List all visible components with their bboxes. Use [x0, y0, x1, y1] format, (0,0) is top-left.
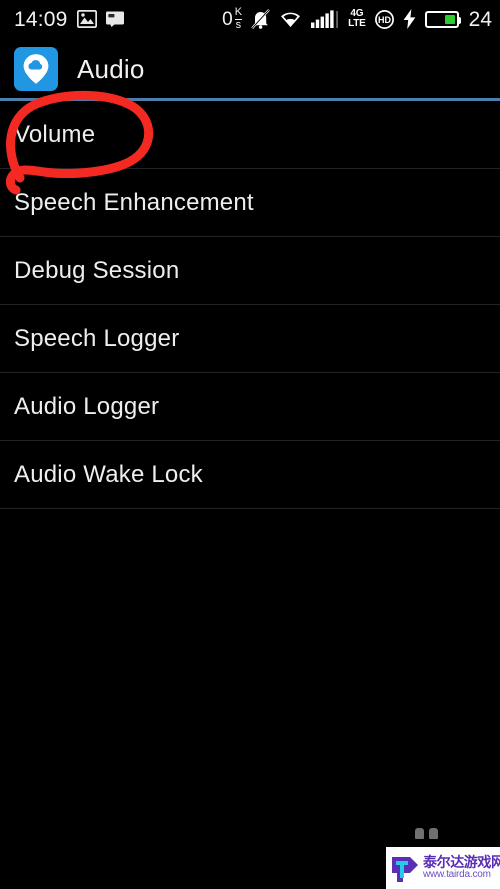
- network-speed-unit: K s: [234, 5, 243, 31]
- image-icon: [76, 10, 97, 28]
- battery-fill-level: [444, 14, 455, 24]
- network-speed-indicator: 0 K s: [222, 5, 243, 31]
- watermark-url: www.tairda.com: [423, 869, 491, 881]
- list-item-speech-enhancement[interactable]: Speech Enhancement: [0, 169, 500, 237]
- watermark-logo-icon: [392, 857, 418, 882]
- settings-list: Volume Speech Enhancement Debug Session …: [0, 101, 500, 509]
- list-item-label: Audio Wake Lock: [14, 460, 203, 488]
- network-speed-value: 0: [222, 8, 233, 30]
- lte-network-label: 4G LTE: [348, 8, 366, 30]
- ringer-muted-icon: [251, 9, 270, 29]
- list-item-volume[interactable]: Volume: [0, 101, 500, 169]
- list-item-speech-logger[interactable]: Speech Logger: [0, 305, 500, 373]
- phone-screen: 14:09 0 K s 4G LTE HD 24 Audio Volume Sp…: [0, 0, 500, 889]
- status-bar-left-group: 14:09: [14, 9, 126, 30]
- wifi-icon: [281, 12, 301, 27]
- list-item-label: Speech Enhancement: [14, 188, 254, 216]
- svg-text:HD: HD: [378, 15, 391, 25]
- volte-hd-icon: HD: [374, 9, 394, 29]
- status-bar: 14:09 0 K s 4G LTE HD 24: [0, 0, 500, 38]
- list-item-label: Speech Logger: [14, 324, 180, 352]
- cellular-signal-icon: [311, 10, 338, 28]
- app-header: Audio: [0, 38, 500, 100]
- audio-app-pin-cloud-icon: [14, 47, 58, 91]
- status-bar-clock: 14:09: [14, 7, 68, 31]
- status-bar-right-group: 0 K s 4G LTE HD 24: [222, 5, 492, 31]
- page-title: Audio: [77, 53, 145, 84]
- watermark-site-name: 泰尔达游戏网: [423, 854, 500, 871]
- message-card-icon: [105, 11, 124, 27]
- nav-hint-indicator: [415, 828, 438, 839]
- lte-label-bottom: LTE: [348, 18, 366, 29]
- battery-icon: [424, 10, 461, 28]
- watermark-text: 泰尔达游戏网 www.tairda.com: [423, 855, 500, 880]
- charging-bolt-icon: [403, 9, 416, 29]
- watermark: 泰尔达游戏网 www.tairda.com: [386, 847, 500, 889]
- list-item-debug-session[interactable]: Debug Session: [0, 237, 500, 305]
- battery-percent-label: 24: [468, 7, 492, 31]
- nav-hint-dot: [429, 828, 438, 839]
- nav-hint-dot: [415, 828, 424, 839]
- list-item-audio-logger[interactable]: Audio Logger: [0, 373, 500, 441]
- list-item-label: Debug Session: [14, 256, 180, 284]
- list-item-label: Volume: [14, 120, 96, 148]
- list-item-label: Audio Logger: [14, 392, 160, 420]
- list-item-audio-wake-lock[interactable]: Audio Wake Lock: [0, 441, 500, 509]
